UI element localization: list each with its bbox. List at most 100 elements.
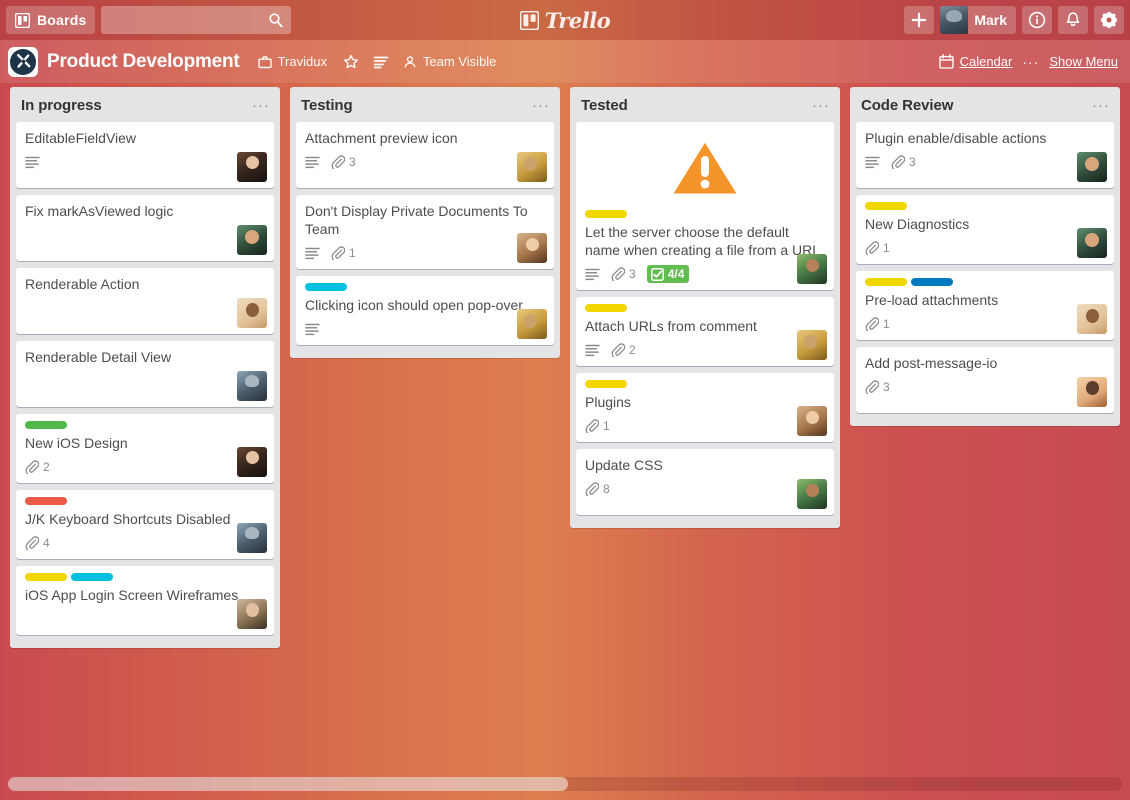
avatar[interactable]: [237, 447, 267, 477]
card[interactable]: Clicking icon should open pop-over: [296, 276, 554, 345]
card[interactable]: Attachment preview icon 3: [296, 122, 554, 188]
x-cross-icon: [16, 54, 30, 68]
card-title: iOS App Login Screen Wireframes: [25, 587, 239, 603]
card[interactable]: Update CSS 8: [576, 449, 834, 515]
card-label[interactable]: [911, 278, 953, 286]
card[interactable]: Fix markAsViewed logic: [16, 195, 274, 261]
avatar[interactable]: [237, 523, 267, 553]
attachment-badge: 2: [611, 343, 636, 357]
boards-button[interactable]: Boards: [6, 6, 96, 34]
avatar[interactable]: [517, 233, 547, 263]
search-icon[interactable]: [268, 12, 284, 28]
visibility-button[interactable]: Team Visible: [403, 54, 496, 69]
card[interactable]: Add post-message-io 3: [856, 347, 1114, 413]
card[interactable]: Attach URLs from comment 2: [576, 297, 834, 366]
avatar[interactable]: [517, 309, 547, 339]
scrollbar-thumb[interactable]: [8, 777, 568, 791]
list-title[interactable]: Testing: [301, 97, 353, 114]
card[interactable]: Don't Display Private Documents To Team 1: [296, 195, 554, 269]
trello-logo-icon: [519, 10, 539, 30]
card-label[interactable]: [25, 497, 67, 505]
card[interactable]: iOS App Login Screen Wireframes: [16, 566, 274, 635]
avatar[interactable]: [940, 6, 969, 34]
attachment-badge: 3: [611, 267, 636, 281]
organization-link[interactable]: Travidux: [257, 54, 327, 69]
settings-button[interactable]: [1094, 6, 1124, 34]
subscribe-button[interactable]: [373, 55, 389, 69]
card-label[interactable]: [585, 380, 627, 388]
show-menu-button[interactable]: Show Menu: [1049, 54, 1118, 69]
attachment-badge: 3: [865, 380, 890, 394]
description-icon: [585, 268, 600, 281]
avatar[interactable]: [237, 599, 267, 629]
card-label[interactable]: [585, 304, 627, 312]
global-header: Boards Trello Mark: [0, 0, 1130, 40]
board-logo-circle: [10, 48, 36, 75]
list-lines-icon: [373, 55, 389, 69]
avatar[interactable]: [517, 152, 547, 182]
board-more-button[interactable]: ···: [1022, 54, 1039, 70]
avatar[interactable]: [797, 479, 827, 509]
attachment-badge: 1: [865, 241, 890, 255]
card[interactable]: Plugin enable/disable actions 3: [856, 122, 1114, 188]
list: In progress ··· EditableFieldView Fix markA…: [10, 87, 280, 648]
list-title[interactable]: Code Review: [861, 97, 953, 114]
card[interactable]: Renderable Detail View: [16, 341, 274, 407]
card[interactable]: New iOS Design 2: [16, 414, 274, 483]
card-label[interactable]: [25, 573, 67, 581]
visibility-label: Team Visible: [422, 54, 497, 69]
avatar[interactable]: [1077, 228, 1107, 258]
list-menu-icon[interactable]: ···: [1092, 98, 1110, 113]
avatar[interactable]: [237, 225, 267, 255]
avatar[interactable]: [1077, 152, 1107, 182]
avatar[interactable]: [1077, 377, 1107, 407]
description-icon: [585, 344, 600, 357]
card-labels: [305, 283, 546, 291]
card-badges: 3 4/4: [585, 264, 826, 284]
card-badges: 3: [865, 377, 1106, 397]
attachment-badge: 4: [25, 536, 50, 550]
card[interactable]: Renderable Action: [16, 268, 274, 334]
list-menu-icon[interactable]: ···: [812, 98, 830, 113]
card-label[interactable]: [25, 421, 67, 429]
notifications-button[interactable]: [1058, 6, 1088, 34]
card-label[interactable]: [585, 210, 627, 218]
card-title: Update CSS: [585, 457, 663, 473]
list-title[interactable]: Tested: [581, 97, 628, 114]
card-label[interactable]: [305, 283, 347, 291]
page-title[interactable]: Product Development: [47, 51, 240, 73]
info-button[interactable]: [1022, 6, 1052, 34]
card-labels: [865, 202, 1106, 210]
list-menu-icon[interactable]: ···: [252, 98, 270, 113]
search-box[interactable]: [101, 6, 292, 34]
list-header: In progress ···: [10, 87, 280, 122]
card[interactable]: New Diagnostics 1: [856, 195, 1114, 264]
board-header-right: Calendar ··· Show Menu: [938, 54, 1118, 70]
user-menu[interactable]: Mark: [940, 6, 1016, 34]
card-label[interactable]: [71, 573, 113, 581]
list-menu-icon[interactable]: ···: [532, 98, 550, 113]
avatar[interactable]: [797, 254, 827, 284]
horizontal-scrollbar[interactable]: [8, 777, 1122, 791]
card[interactable]: Plugins 1: [576, 373, 834, 442]
card[interactable]: EditableFieldView: [16, 122, 274, 188]
add-button[interactable]: [904, 6, 935, 34]
avatar[interactable]: [237, 298, 267, 328]
avatar[interactable]: [1077, 304, 1107, 334]
header-right-group: Mark: [904, 0, 1124, 40]
list-title[interactable]: In progress: [21, 97, 102, 114]
card-badges: [25, 225, 266, 245]
avatar[interactable]: [237, 371, 267, 401]
user-name[interactable]: Mark: [968, 6, 1016, 34]
card-label[interactable]: [865, 278, 907, 286]
calendar-button[interactable]: Calendar: [938, 54, 1012, 69]
avatar[interactable]: [797, 330, 827, 360]
card[interactable]: J/K Keyboard Shortcuts Disabled 4: [16, 490, 274, 559]
search-input[interactable]: [101, 6, 292, 34]
card[interactable]: Pre-load attachments 1: [856, 271, 1114, 340]
avatar[interactable]: [797, 406, 827, 436]
card-label[interactable]: [865, 202, 907, 210]
star-button[interactable]: [343, 54, 359, 70]
avatar[interactable]: [237, 152, 267, 182]
card[interactable]: Let the server choose the default name w…: [576, 122, 834, 290]
